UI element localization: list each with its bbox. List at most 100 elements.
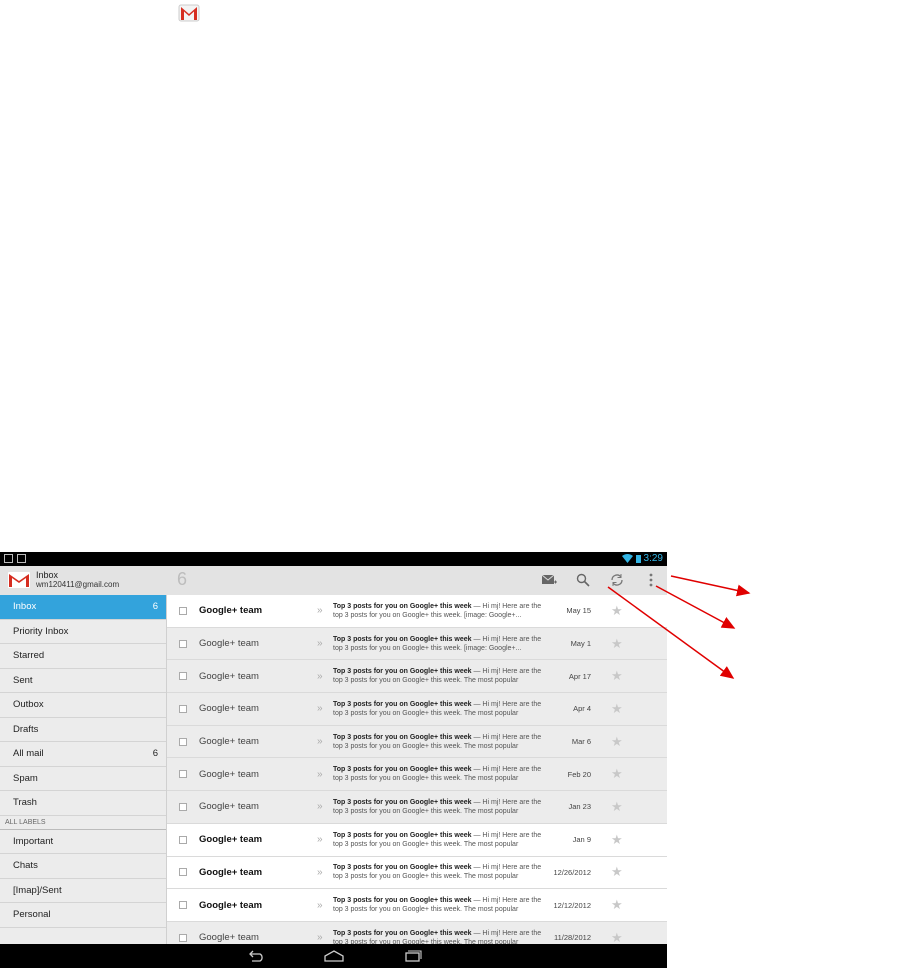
snippet-line-1: — Hi mj! Here are the xyxy=(471,798,541,806)
refresh-button[interactable] xyxy=(609,572,625,588)
message-snippet: Top 3 posts for you on Google+ this week… xyxy=(333,896,541,914)
message-date: Mar 6 xyxy=(571,737,591,747)
sidebar-item-drafts[interactable]: Drafts xyxy=(0,718,166,742)
message-snippet: Top 3 posts for you on Google+ this week… xyxy=(333,733,541,751)
snippet-line-1: — Hi mj! Here are the xyxy=(471,635,541,643)
star-icon[interactable]: ★ xyxy=(611,636,623,652)
gmail-logo-icon xyxy=(178,4,200,22)
star-icon[interactable]: ★ xyxy=(611,864,623,880)
select-checkbox[interactable] xyxy=(179,672,187,681)
sidebar-label-chats[interactable]: Chats xyxy=(0,854,166,879)
select-checkbox[interactable] xyxy=(179,933,187,942)
sidebar-item-trash[interactable]: Trash xyxy=(0,791,166,816)
star-icon[interactable]: ★ xyxy=(611,799,623,815)
table-row[interactable]: Google+ team » Top 3 posts for you on Goog… xyxy=(167,595,667,628)
importance-marker-icon[interactable]: » xyxy=(317,867,333,878)
star-icon[interactable]: ★ xyxy=(611,668,623,684)
sidebar-item-label: Sent xyxy=(13,674,33,686)
folder-title: Inbox xyxy=(36,570,59,580)
message-date: 11/28/2012 xyxy=(554,933,591,943)
importance-marker-icon[interactable]: » xyxy=(317,769,333,780)
star-icon[interactable]: ★ xyxy=(611,766,623,782)
importance-marker-icon[interactable]: » xyxy=(317,605,333,616)
table-row[interactable]: Google+ team » Top 3 posts for you on Goog… xyxy=(167,660,667,694)
wifi-icon xyxy=(621,554,633,563)
sidebar-item-outbox[interactable]: Outbox xyxy=(0,693,166,718)
recent-apps-icon[interactable] xyxy=(404,950,422,962)
sidebar-item-all-mail[interactable]: All mail 6 xyxy=(0,742,166,767)
star-icon[interactable]: ★ xyxy=(611,734,623,750)
snippet-line-2: top 3 posts for you on Google+ this week… xyxy=(333,709,519,717)
sidebar-label--imap-sent[interactable]: [Imap]/Sent xyxy=(0,879,166,903)
star-icon[interactable]: ★ xyxy=(611,603,623,619)
message-snippet: Top 3 posts for you on Google+ this week… xyxy=(333,798,541,816)
star-icon[interactable]: ★ xyxy=(611,897,623,913)
message-date: 12/12/2012 xyxy=(553,900,591,910)
sidebar-label-personal[interactable]: Personal xyxy=(0,903,166,928)
select-checkbox[interactable] xyxy=(179,868,187,877)
star-icon[interactable]: ★ xyxy=(611,701,623,717)
importance-marker-icon[interactable]: » xyxy=(317,703,333,714)
sidebar-label-important[interactable]: Important xyxy=(0,830,166,854)
home-icon[interactable] xyxy=(323,950,344,962)
account-email: wm120411@gmail.com xyxy=(36,580,120,589)
table-row[interactable]: Google+ team » Top 3 posts for you on Goog… xyxy=(167,693,667,726)
message-snippet: Top 3 posts for you on Google+ this week… xyxy=(333,831,541,849)
select-checkbox[interactable] xyxy=(179,802,187,811)
select-checkbox[interactable] xyxy=(179,606,187,615)
snippet-line-2: top 3 posts for you on Google+ this week… xyxy=(333,775,519,783)
snippet-line-2: top 3 posts for you on Google+ this week… xyxy=(333,644,522,652)
snippet-line-1: — Hi mj! Here are the xyxy=(471,864,541,872)
importance-marker-icon[interactable]: » xyxy=(317,638,333,649)
sender-name: Google+ team xyxy=(199,899,263,911)
sidebar-item-label: Starred xyxy=(13,650,45,662)
search-button[interactable] xyxy=(575,572,591,588)
table-row[interactable]: Google+ team » Top 3 posts for you on Goog… xyxy=(167,627,667,661)
importance-marker-icon[interactable]: » xyxy=(317,900,333,911)
sidebar-item-label: Personal xyxy=(13,909,51,921)
importance-marker-icon[interactable]: » xyxy=(317,932,333,943)
sidebar-item-sent[interactable]: Sent xyxy=(0,669,166,693)
sidebar-item-inbox[interactable]: Inbox 6 xyxy=(0,595,166,620)
table-row[interactable]: Google+ team » Top 3 posts for you on Goog… xyxy=(167,856,667,890)
snippet-line-1: — Hi mj! Here are the xyxy=(471,602,541,610)
labels-header: ALL LABELS xyxy=(0,816,166,830)
sidebar-item-spam[interactable]: Spam xyxy=(0,767,166,791)
select-checkbox[interactable] xyxy=(179,901,187,910)
table-row[interactable]: Google+ team » Top 3 posts for you on Goog… xyxy=(167,758,667,792)
table-row[interactable]: Google+ team » Top 3 posts for you on Goog… xyxy=(167,791,667,824)
overflow-menu-button[interactable] xyxy=(643,572,659,588)
importance-marker-icon[interactable]: » xyxy=(317,834,333,845)
select-checkbox[interactable] xyxy=(179,770,187,779)
snippet-line-1: — Hi mj! Here are the xyxy=(471,668,541,676)
sender-name: Google+ team xyxy=(199,703,259,715)
select-checkbox[interactable] xyxy=(179,704,187,713)
refresh-icon xyxy=(611,574,623,586)
select-checkbox[interactable] xyxy=(179,835,187,844)
star-icon[interactable]: ★ xyxy=(611,832,623,848)
action-bar: Inbox wm120411@gmail.com 6 xyxy=(0,566,667,596)
message-subject: Top 3 posts for you on Google+ this week xyxy=(333,635,472,643)
message-date: Jan 9 xyxy=(572,835,591,845)
sender-name: Google+ team xyxy=(199,932,259,944)
compose-button[interactable] xyxy=(541,572,557,588)
table-row[interactable]: Google+ team » Top 3 posts for you on Goog… xyxy=(167,889,667,922)
snippet-line-2: top 3 posts for you on Google+ this week… xyxy=(333,873,519,881)
snippet-line-1: — Hi mj! Here are the xyxy=(471,700,541,708)
account-switcher[interactable]: Inbox wm120411@gmail.com xyxy=(8,570,119,590)
importance-marker-icon[interactable]: » xyxy=(317,801,333,812)
sidebar-item-label: Chats xyxy=(13,860,38,872)
importance-marker-icon[interactable]: » xyxy=(317,736,333,747)
sidebar-item-label: Trash xyxy=(13,797,37,809)
sidebar-item-starred[interactable]: Starred xyxy=(0,644,166,669)
back-icon[interactable] xyxy=(246,950,264,962)
snippet-line-1: — Hi mj! Here are the xyxy=(471,929,541,937)
select-checkbox[interactable] xyxy=(179,639,187,648)
message-subject: Top 3 posts for you on Google+ this week xyxy=(333,798,472,806)
importance-marker-icon[interactable]: » xyxy=(317,671,333,682)
table-row[interactable]: Google+ team » Top 3 posts for you on Goog… xyxy=(167,823,667,857)
sidebar-item-priority-inbox[interactable]: Priority Inbox xyxy=(0,620,166,644)
message-date: Apr 17 xyxy=(568,671,591,681)
table-row[interactable]: Google+ team » Top 3 posts for you on Goog… xyxy=(167,725,667,759)
select-checkbox[interactable] xyxy=(179,737,187,746)
